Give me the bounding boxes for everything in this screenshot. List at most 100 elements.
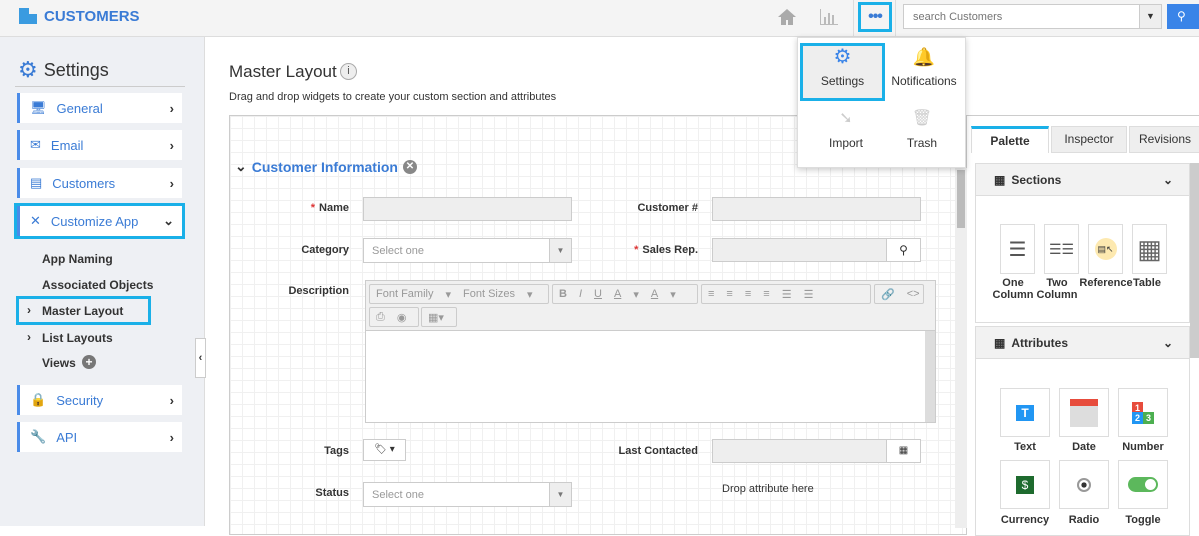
text-icon: T	[1016, 404, 1034, 421]
remove-section-icon[interactable]: ✕	[402, 159, 417, 174]
sidebar-item-general[interactable]: 🖥 General ›	[17, 93, 182, 123]
section-header[interactable]: ⌄ Customer Information ✕	[235, 158, 417, 175]
editor-scrollbar[interactable]	[925, 331, 935, 422]
widget-one-column[interactable]: ☰	[1000, 224, 1035, 274]
subitem-app-naming[interactable]: App Naming	[42, 252, 113, 266]
palette-scrollbar[interactable]	[1190, 163, 1199, 358]
search-input[interactable]	[903, 4, 1140, 29]
tab-inspector[interactable]: Inspector	[1051, 126, 1127, 153]
sidebar-title: Settings	[43, 59, 109, 80]
category-label: Category	[301, 244, 349, 256]
search-dropdown-button[interactable]: ▼	[1139, 4, 1162, 29]
sales-rep-label: * Sales Rep.	[634, 244, 698, 256]
subitem-associated-objects[interactable]: Associated Objects	[42, 278, 153, 292]
font-family-select[interactable]: Font Family	[376, 288, 433, 300]
widget-two-column[interactable]: ☰☰	[1044, 224, 1079, 274]
sidebar-item-customize-app[interactable]: ✕ Customize App ⌄	[14, 203, 185, 239]
one-column-icon: ☰	[1008, 238, 1027, 261]
search-icon[interactable]: ⚲	[886, 239, 920, 261]
link-toolbar-group[interactable]: 🔗 <>	[874, 284, 924, 304]
label: Date	[1072, 441, 1096, 453]
description-label: Description	[288, 285, 349, 297]
menu-item-trash[interactable]: 🗑 Trash	[882, 108, 962, 158]
justify-icon: ≡	[763, 288, 770, 300]
tab-palette[interactable]: Palette	[971, 126, 1049, 153]
menu-item-settings[interactable]: ⚙ Settings	[800, 43, 885, 101]
sidebar-item-email[interactable]: ✉ Email ›	[17, 130, 182, 160]
tab-revisions[interactable]: Revisions	[1129, 126, 1199, 153]
section-title: Customer Information	[251, 158, 398, 175]
chevron-right-icon: ›	[169, 100, 174, 116]
menu-item-notifications[interactable]: 🔔 Notifications	[884, 46, 964, 98]
canvas-scrollbar[interactable]	[955, 168, 967, 528]
attributes-header[interactable]: ▦ Attributes ⌄	[976, 327, 1189, 359]
widget-radio[interactable]	[1059, 460, 1109, 509]
align-toolbar-group[interactable]: ≡ ≡ ≡ ≡ ☰ ☰	[701, 284, 871, 304]
more-button[interactable]: •••	[858, 2, 892, 32]
label: Customize App	[50, 213, 139, 229]
font-sizes-select[interactable]: Font Sizes	[463, 288, 515, 300]
widget-text[interactable]: T	[1000, 388, 1050, 437]
format-toolbar-group[interactable]: B I U A ▾ A ▾	[552, 284, 698, 304]
subitem-views[interactable]: Views	[42, 356, 76, 370]
bell-icon: 🔔	[912, 47, 936, 67]
table-icon[interactable]: ▦▾	[421, 307, 457, 327]
date-icon	[1070, 398, 1098, 427]
section-icon: ▦	[994, 335, 1006, 350]
name-label: * Name	[310, 202, 349, 214]
import-icon: ➘	[839, 110, 853, 127]
chevron-down-icon: ⌄	[235, 158, 247, 174]
last-contacted-label: Last Contacted	[618, 445, 698, 457]
print-preview-group[interactable]: ⎙ ◉	[369, 307, 419, 327]
subitem-master-layout[interactable]: › Master Layout	[16, 296, 151, 325]
info-icon[interactable]: i	[340, 63, 357, 80]
name-field[interactable]	[363, 197, 572, 221]
collapse-sidebar-button[interactable]: ‹	[195, 338, 206, 378]
brand[interactable]: CUSTOMERS	[18, 7, 140, 25]
customer-number-field[interactable]	[712, 197, 921, 221]
widget-currency[interactable]: $	[1000, 460, 1050, 509]
last-contacted-field[interactable]: ▦	[712, 439, 921, 463]
search-button[interactable]: ⚲	[1167, 4, 1199, 29]
widget-number[interactable]: 123	[1118, 388, 1168, 437]
lock-icon: 🔒	[30, 392, 47, 407]
chart-icon[interactable]	[819, 8, 839, 26]
label: Security	[56, 392, 104, 408]
bullet-list-icon: ☰	[781, 288, 792, 301]
sidebar-item-security[interactable]: 🔒 Security ›	[17, 385, 182, 415]
menu-item-import[interactable]: ➘ Import	[806, 108, 886, 158]
page-subtitle: Drag and drop widgets to create your cus…	[229, 91, 557, 103]
toggle-icon	[1128, 477, 1158, 492]
gear-icon: ⚙	[833, 46, 852, 68]
status-select[interactable]: Select one ▼	[363, 482, 572, 507]
label: Radio	[1068, 514, 1100, 526]
number-icon: 123	[1131, 401, 1155, 424]
label: Table	[1133, 277, 1161, 289]
home-icon[interactable]	[777, 8, 797, 26]
align-right-icon: ≡	[744, 288, 752, 300]
widget-date[interactable]	[1059, 388, 1109, 437]
search-icon: ⚲	[1177, 9, 1186, 23]
tags-button[interactable]: 🏷 ▾	[363, 439, 406, 461]
category-select[interactable]: Select one ▼	[363, 238, 572, 263]
add-view-icon[interactable]: +	[82, 355, 96, 369]
radio-icon	[1077, 477, 1091, 492]
chevron-right-icon: ›	[169, 429, 174, 445]
drop-zone[interactable]: Drop attribute here	[722, 483, 814, 495]
sales-rep-field[interactable]: ⚲	[712, 238, 921, 262]
calendar-icon[interactable]: ▦	[886, 440, 920, 462]
description-editor[interactable]: Font Family ▾ Font Sizes ▾ B I U A ▾ A ▾ ≡ ≡ ≡ ≡ ☰ ☰ 🔗…	[365, 280, 936, 423]
widget-toggle[interactable]	[1118, 460, 1168, 509]
sections-header[interactable]: ▦ Sections ⌄	[976, 164, 1189, 196]
font-toolbar-group[interactable]: Font Family ▾ Font Sizes ▾	[369, 284, 549, 304]
sidebar-item-api[interactable]: 🔧 API ›	[17, 422, 182, 452]
link-icon: 🔗	[881, 288, 895, 301]
label: General	[56, 100, 103, 116]
widget-table[interactable]: ▦	[1132, 224, 1167, 274]
widget-reference[interactable]: ▤↖	[1088, 224, 1123, 274]
sidebar-item-customers[interactable]: ▤ Customers ›	[17, 168, 182, 198]
subitem-list-layouts[interactable]: List Layouts	[42, 331, 113, 345]
dropdown-icon: ▼	[549, 239, 571, 262]
chevron-down-icon: ⌄	[163, 213, 174, 228]
label: Two Column	[1036, 277, 1078, 301]
